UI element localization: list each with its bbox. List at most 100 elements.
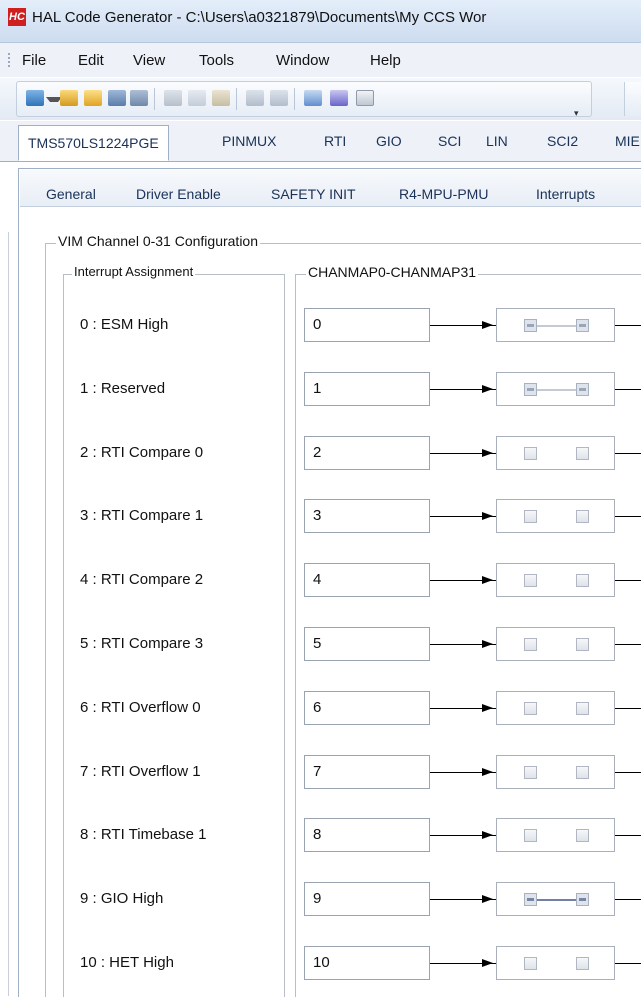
channel-switch [496, 308, 615, 342]
channel-map-input[interactable]: 2 [304, 436, 430, 470]
enable-checkbox [524, 383, 537, 396]
fiq-checkbox[interactable] [576, 957, 589, 970]
enable-checkbox[interactable] [524, 574, 537, 587]
tab-r4-mpu-pmu[interactable]: R4-MPU-PMU [399, 186, 488, 202]
tab-general[interactable]: General [46, 186, 96, 202]
channel-map-input[interactable]: 7 [304, 755, 430, 789]
toolbar-separator [154, 88, 155, 110]
channel-map-input[interactable]: 3 [304, 499, 430, 533]
channel-map-input[interactable]: 0 [304, 308, 430, 342]
toolbar-separator [236, 88, 237, 110]
tab-pinmux[interactable]: PINMUX [222, 133, 276, 149]
interrupt-label: 3 : RTI Compare 1 [80, 507, 204, 524]
interrupt-label: 1 : Reserved [80, 380, 166, 397]
fiq-checkbox[interactable] [576, 893, 589, 906]
channel-switch [496, 946, 615, 980]
enable-checkbox[interactable] [524, 957, 537, 970]
arrow-icon [482, 704, 493, 712]
channel-map-input[interactable]: 5 [304, 627, 430, 661]
channel-switch [496, 436, 615, 470]
copy-icon[interactable] [188, 90, 206, 106]
arrow-icon [482, 512, 493, 520]
redo-icon[interactable] [270, 90, 288, 106]
toolbar: ▾ [0, 78, 641, 120]
save-all-icon[interactable] [130, 90, 148, 106]
toolbar-overflow-icon[interactable]: ▾ [574, 108, 579, 119]
channel-map-input[interactable]: 4 [304, 563, 430, 597]
tab-interrupts[interactable]: Interrupts [536, 186, 595, 202]
enable-checkbox[interactable] [524, 702, 537, 715]
channel-map-input[interactable]: 1 [304, 372, 430, 406]
toolbar-separator [294, 88, 295, 110]
cut-icon[interactable] [164, 90, 182, 106]
fiq-checkbox [576, 319, 589, 332]
tab-rti[interactable]: RTI [324, 133, 346, 149]
channel-switch [496, 499, 615, 533]
fiq-checkbox[interactable] [576, 574, 589, 587]
menu-edit[interactable]: Edit [78, 52, 104, 69]
menu-help[interactable]: Help [370, 52, 401, 69]
arrow-icon [482, 895, 493, 903]
tab-gio[interactable]: GIO [376, 133, 402, 149]
fiq-checkbox[interactable] [576, 702, 589, 715]
save-icon[interactable] [108, 90, 126, 106]
arrow-icon [482, 321, 493, 329]
tab-driver-enable[interactable]: Driver Enable [136, 186, 221, 202]
open-project-icon[interactable] [60, 90, 78, 106]
enable-checkbox[interactable] [524, 766, 537, 779]
menu-window[interactable]: Window [276, 52, 329, 69]
window-title: HAL Code Generator - C:\Users\a0321879\D… [32, 9, 487, 26]
channel-map-input[interactable]: 10 [304, 946, 430, 980]
fiq-checkbox[interactable] [576, 447, 589, 460]
enable-checkbox[interactable] [524, 447, 537, 460]
enable-checkbox[interactable] [524, 893, 537, 906]
app-logo-icon: HC [8, 8, 26, 26]
interrupt-label: 7 : RTI Overflow 1 [80, 763, 201, 780]
tab-sci[interactable]: SCI [438, 133, 461, 149]
menu-file[interactable]: File [22, 52, 46, 69]
tab-safety-init[interactable]: SAFETY INIT [271, 186, 356, 202]
menu-grip[interactable] [8, 53, 10, 67]
enable-checkbox[interactable] [524, 638, 537, 651]
menu-view[interactable]: View [133, 52, 165, 69]
device-tab-bar: TMS570LS1224PGE PINMUX RTI GIO SCI LIN S… [0, 121, 641, 162]
undo-icon[interactable] [246, 90, 264, 106]
enable-checkbox[interactable] [524, 510, 537, 523]
build-icon[interactable] [330, 90, 348, 106]
channel-map-input[interactable]: 8 [304, 818, 430, 852]
new-icon[interactable] [26, 90, 44, 106]
generate-code-icon[interactable] [304, 90, 322, 106]
fiq-checkbox[interactable] [576, 638, 589, 651]
interrupt-group-title: Interrupt Assignment [72, 264, 196, 279]
tab-device[interactable]: TMS570LS1224PGE [18, 125, 169, 161]
open-folder-icon[interactable] [84, 90, 102, 106]
channel-switch [496, 691, 615, 725]
channel-switch [496, 627, 615, 661]
enable-checkbox [524, 319, 537, 332]
arrow-icon [482, 959, 493, 967]
paste-icon[interactable] [212, 90, 230, 106]
chanmap-group-title: CHANMAP0-CHANMAP31 [306, 264, 479, 280]
tab-mibspi[interactable]: MIE [615, 133, 640, 149]
interrupt-label: 10 : HET High [80, 954, 174, 971]
channel-map-input[interactable]: 9 [304, 882, 430, 916]
tab-lin[interactable]: LIN [486, 133, 508, 149]
arrow-icon [482, 576, 493, 584]
interrupt-label: 2 : RTI Compare 0 [80, 444, 204, 461]
fiq-checkbox[interactable] [576, 829, 589, 842]
window-divider [8, 232, 9, 996]
channel-switch [496, 882, 615, 916]
secondary-toolbar-grip[interactable] [624, 82, 641, 116]
channel-map-input[interactable]: 6 [304, 691, 430, 725]
interrupt-label: 5 : RTI Compare 3 [80, 635, 204, 652]
channel-switch [496, 563, 615, 597]
enable-checkbox[interactable] [524, 829, 537, 842]
properties-icon[interactable] [356, 90, 374, 106]
fiq-checkbox[interactable] [576, 510, 589, 523]
channel-switch [496, 818, 615, 852]
tab-sci2[interactable]: SCI2 [547, 133, 578, 149]
fiq-checkbox[interactable] [576, 766, 589, 779]
arrow-icon [482, 831, 493, 839]
menu-tools[interactable]: Tools [199, 52, 234, 69]
menu-bar: File Edit View Tools Window Help [0, 43, 641, 77]
